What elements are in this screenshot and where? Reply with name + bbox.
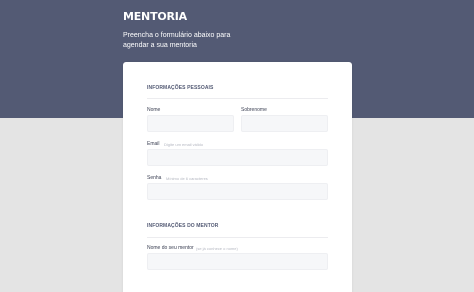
mentor-name-field[interactable] [147, 253, 328, 270]
email-label: Email [147, 141, 160, 147]
password-label: Senha [147, 175, 162, 181]
section-divider [147, 237, 328, 238]
password-field[interactable] [147, 183, 328, 200]
email-field[interactable] [147, 149, 328, 166]
section-title-personal: INFORMAÇÕES PESSOAIS [147, 85, 214, 91]
logo: MENTORIA [123, 10, 187, 23]
surname-field[interactable] [241, 115, 328, 132]
section-title-mentor: INFORMAÇÕES DO MENTOR [147, 223, 219, 229]
section-divider [147, 98, 328, 99]
form-card: INFORMAÇÕES PESSOAIS Nome Sobrenome Emai… [123, 62, 352, 292]
mentor-name-hint: (se já conhece o nome) [196, 246, 238, 251]
surname-label: Sobrenome [241, 107, 267, 113]
email-hint: Digite um email válido [164, 142, 204, 147]
name-label: Nome [147, 107, 161, 113]
password-hint: Mínimo de 6 caracteres [166, 176, 208, 181]
page-subtitle: Preencha o formulário abaixo para agenda… [123, 32, 231, 49]
name-field[interactable] [147, 115, 234, 132]
mentor-name-label: Nome do seu mentor [147, 245, 194, 251]
